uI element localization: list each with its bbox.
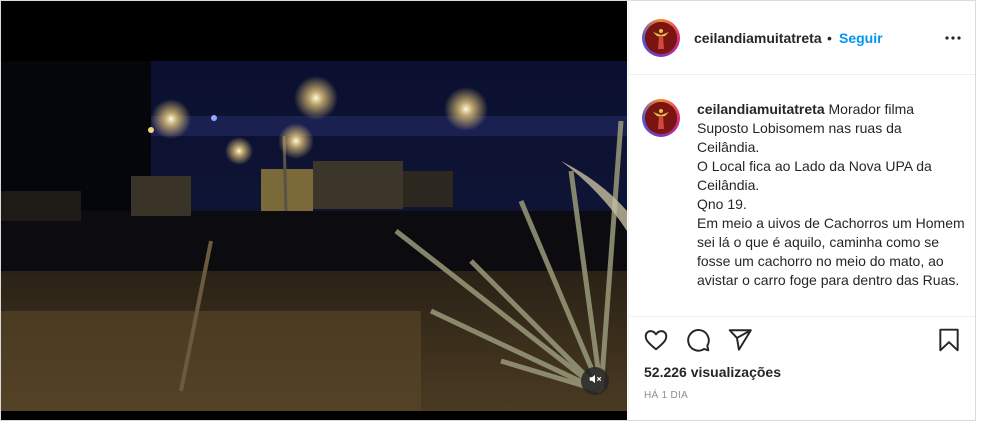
video-frame	[1, 61, 627, 411]
muted-speaker-icon	[588, 372, 602, 391]
actions-divider	[629, 316, 975, 317]
author-username[interactable]: ceilandiamuitatreta	[694, 30, 822, 46]
mute-button[interactable]	[581, 367, 609, 395]
caption-username[interactable]: ceilandiamuitatreta	[697, 101, 825, 117]
follow-button[interactable]: Seguir	[839, 30, 883, 46]
bookmark-icon[interactable]	[936, 327, 964, 355]
post-video[interactable]	[1, 1, 627, 420]
heart-icon[interactable]	[643, 327, 671, 355]
share-icon[interactable]	[727, 327, 755, 355]
views-count[interactable]: 52.226 visualizações	[644, 364, 781, 380]
avatar[interactable]	[642, 19, 680, 57]
more-options-icon[interactable]	[941, 28, 965, 48]
instagram-post: ceilandiamuitatreta • Seguir ceilandiamu…	[0, 0, 976, 421]
separator-dot: •	[827, 30, 832, 46]
post-timestamp[interactable]: HÁ 1 DIA	[644, 390, 688, 401]
comment-icon[interactable]	[685, 327, 713, 355]
post-sidebar: ceilandiamuitatreta • Seguir ceilandiamu…	[628, 1, 975, 420]
post-actions	[629, 323, 975, 363]
post-header: ceilandiamuitatreta • Seguir	[629, 1, 975, 75]
caption-text: Morador filma Suposto Lobisomem nas ruas…	[697, 101, 965, 288]
post-caption: ceilandiamuitatreta Morador filma Supost…	[697, 100, 967, 290]
caption-avatar[interactable]	[642, 99, 680, 137]
